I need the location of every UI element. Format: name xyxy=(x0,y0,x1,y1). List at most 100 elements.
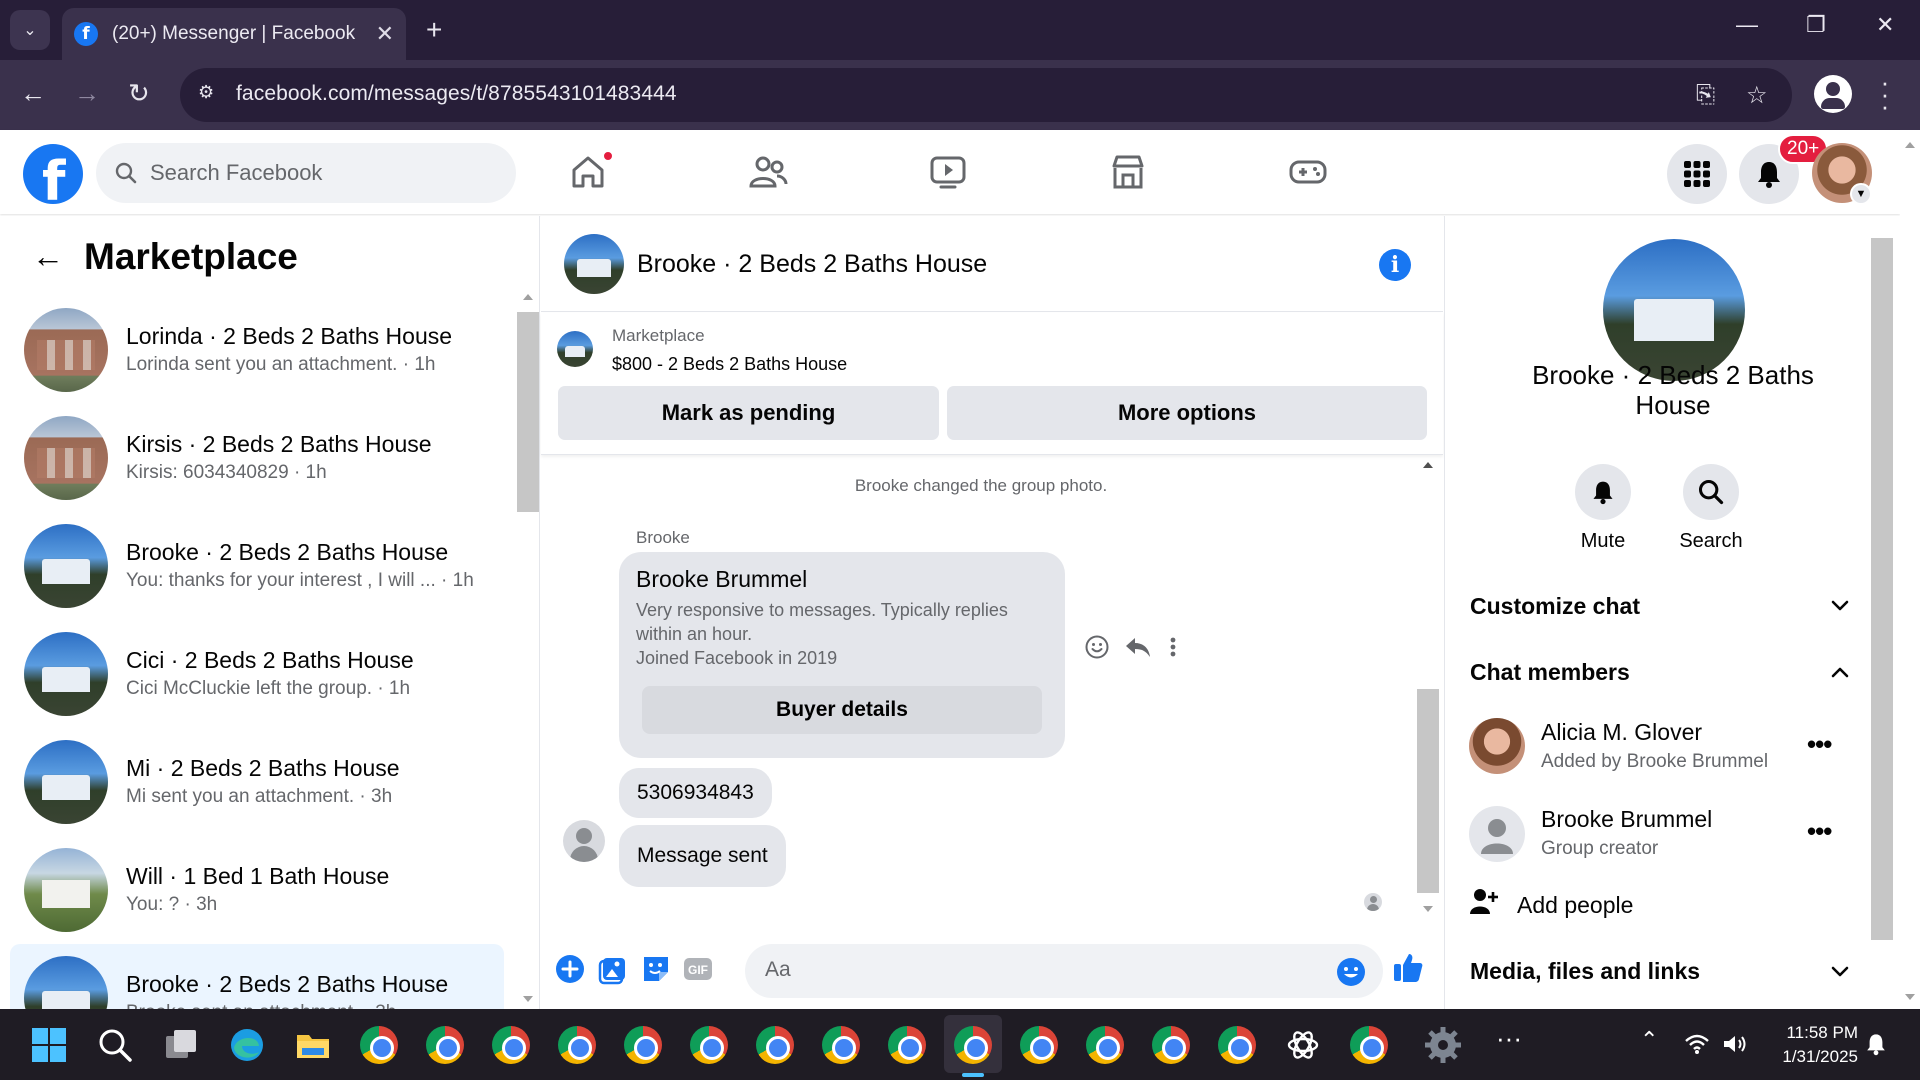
mute-button[interactable]: Mute xyxy=(1548,464,1658,553)
conversation-avatar[interactable] xyxy=(24,524,108,608)
add-person-icon[interactable] xyxy=(1469,886,1499,916)
close-window-icon[interactable]: ✕ xyxy=(1876,12,1894,38)
back-icon[interactable]: ← xyxy=(20,78,46,109)
sticker-icon[interactable] xyxy=(639,952,673,986)
chatgpt-icon[interactable] xyxy=(1284,1026,1322,1064)
conversation-avatar[interactable] xyxy=(24,308,108,392)
scrollbar-thumb[interactable] xyxy=(1417,689,1439,893)
message-input-box[interactable] xyxy=(745,944,1383,998)
react-emoji-icon[interactable] xyxy=(1084,634,1110,660)
reply-icon[interactable] xyxy=(1124,634,1152,660)
menu-grid-button[interactable] xyxy=(1667,144,1727,204)
conversation-avatar[interactable] xyxy=(24,416,108,500)
sender-avatar[interactable] xyxy=(563,820,605,862)
add-people-link[interactable]: Add people xyxy=(1517,892,1633,919)
emoji-icon[interactable] xyxy=(1335,956,1367,988)
edge-browser-icon[interactable] xyxy=(228,1026,266,1064)
scrollbar-thumb[interactable] xyxy=(517,312,539,512)
site-info-icon[interactable]: ⚙ xyxy=(198,82,224,108)
gif-icon[interactable]: GIF xyxy=(681,952,715,986)
install-app-icon[interactable]: ⎘ xyxy=(1696,81,1715,109)
buyer-details-button[interactable]: Buyer details xyxy=(642,686,1042,734)
message-bubble[interactable]: 5306934843 xyxy=(619,768,772,818)
chrome-app-icon[interactable] xyxy=(1152,1026,1190,1064)
facebook-search[interactable] xyxy=(96,143,516,203)
search-icon[interactable] xyxy=(96,1026,134,1064)
browser-profile-icon[interactable] xyxy=(1814,75,1852,113)
conversation-avatar[interactable] xyxy=(24,740,108,824)
conversation-avatar[interactable] xyxy=(24,632,108,716)
listing-title[interactable]: $800 - 2 Beds 2 Baths House xyxy=(612,354,847,375)
notification-bell-icon[interactable] xyxy=(1864,1031,1888,1057)
minimize-icon[interactable]: — xyxy=(1736,12,1758,38)
gaming-icon[interactable] xyxy=(1286,150,1330,194)
chrome-app-icon[interactable] xyxy=(624,1026,662,1064)
member-name[interactable]: Brooke Brummel xyxy=(1541,806,1712,833)
windows-start-icon[interactable] xyxy=(30,1026,68,1064)
chat-avatar[interactable] xyxy=(564,234,624,294)
thumbs-up-icon[interactable] xyxy=(1391,950,1425,984)
more-vertical-icon[interactable] xyxy=(1166,634,1180,660)
browser-tab[interactable]: f (20+) Messenger | Facebook ✕ xyxy=(62,8,406,60)
conversation-item[interactable]: Lorinda · 2 Beds 2 Baths House Lorinda se… xyxy=(10,296,504,404)
member-more-icon[interactable]: ••• xyxy=(1807,816,1832,847)
conversation-item[interactable]: Brooke · 2 Beds 2 Baths House You: thanks… xyxy=(10,512,504,620)
friends-icon[interactable] xyxy=(746,150,790,194)
info-icon[interactable]: i xyxy=(1379,249,1411,281)
conversation-item[interactable]: Brooke · 2 Beds 2 Baths House Brooke sent… xyxy=(10,944,504,1009)
media-files-section[interactable]: Media, files and links xyxy=(1470,958,1850,985)
video-icon[interactable] xyxy=(926,150,970,194)
conversation-item[interactable]: Will · 1 Bed 1 Bath House You: ? · 3h xyxy=(10,836,504,944)
search-circle[interactable] xyxy=(1683,464,1739,520)
chrome-app-icon[interactable] xyxy=(888,1026,926,1064)
chrome-app-icon[interactable] xyxy=(1086,1026,1124,1064)
message-bubble[interactable]: Message sent xyxy=(619,825,786,887)
chrome-app-icon[interactable] xyxy=(360,1026,398,1064)
chevron-down-icon[interactable]: ▼ xyxy=(1850,183,1872,205)
new-tab-icon[interactable]: + xyxy=(426,14,442,46)
browser-menu-icon[interactable]: · · · xyxy=(1880,69,1890,119)
member-name[interactable]: Alicia M. Glover xyxy=(1541,719,1702,746)
chevron-up-icon[interactable] xyxy=(1830,664,1850,680)
plus-circle-icon[interactable] xyxy=(553,952,587,986)
chrome-app-icon[interactable] xyxy=(954,1026,992,1064)
member-avatar[interactable] xyxy=(1469,718,1525,774)
settings-gear-icon[interactable] xyxy=(1424,1026,1462,1064)
address-bar[interactable]: ⚙ facebook.com/messages/t/87855431014834… xyxy=(180,68,1792,122)
listing-thumbnail[interactable] xyxy=(557,331,593,367)
conversation-item[interactable]: Mi · 2 Beds 2 Baths House Mi sent you an … xyxy=(10,728,504,836)
chrome-app-icon[interactable] xyxy=(426,1026,464,1064)
reload-icon[interactable]: ↻ xyxy=(128,78,150,109)
member-more-icon[interactable]: ••• xyxy=(1807,729,1832,760)
back-arrow-icon[interactable]: ← xyxy=(32,238,64,275)
conversation-avatar[interactable] xyxy=(24,956,108,1009)
scrollbar-thumb[interactable] xyxy=(1871,238,1893,940)
member-avatar[interactable] xyxy=(1469,806,1525,862)
mute-circle[interactable] xyxy=(1575,464,1631,520)
mark-pending-button[interactable]: Mark as pending xyxy=(558,386,939,440)
bookmark-star-icon[interactable]: ☆ xyxy=(1746,81,1768,110)
chrome-app-icon[interactable] xyxy=(822,1026,860,1064)
more-apps-icon[interactable]: ··· xyxy=(1496,1023,1522,1054)
chrome-app-icon[interactable] xyxy=(756,1026,794,1064)
chat-members-section[interactable]: Chat members xyxy=(1470,659,1850,686)
search-in-chat-button[interactable]: Search xyxy=(1656,464,1766,553)
photo-icon[interactable] xyxy=(597,952,631,986)
volume-icon[interactable] xyxy=(1722,1033,1748,1055)
tab-search-button[interactable]: ⌄ xyxy=(10,10,50,50)
task-view-icon[interactable] xyxy=(162,1026,200,1064)
chevron-down-icon[interactable] xyxy=(1830,964,1850,980)
chrome-app-icon[interactable] xyxy=(1020,1026,1058,1064)
search-input[interactable] xyxy=(150,160,470,186)
forward-icon[interactable]: → xyxy=(74,78,100,109)
message-input[interactable] xyxy=(765,958,1325,982)
restore-icon[interactable]: ❐ xyxy=(1806,12,1826,38)
system-clock[interactable]: 11:58 PM 1/31/2025 xyxy=(1768,1021,1858,1069)
chrome-app-icon[interactable] xyxy=(690,1026,728,1064)
more-options-button[interactable]: More options xyxy=(947,386,1427,440)
page-scrollbar[interactable] xyxy=(1900,130,1920,1010)
tab-close-icon[interactable]: ✕ xyxy=(376,21,394,47)
wifi-icon[interactable] xyxy=(1684,1033,1710,1055)
facebook-logo-icon[interactable]: f xyxy=(23,144,83,204)
chrome-app-icon[interactable] xyxy=(1350,1026,1388,1064)
